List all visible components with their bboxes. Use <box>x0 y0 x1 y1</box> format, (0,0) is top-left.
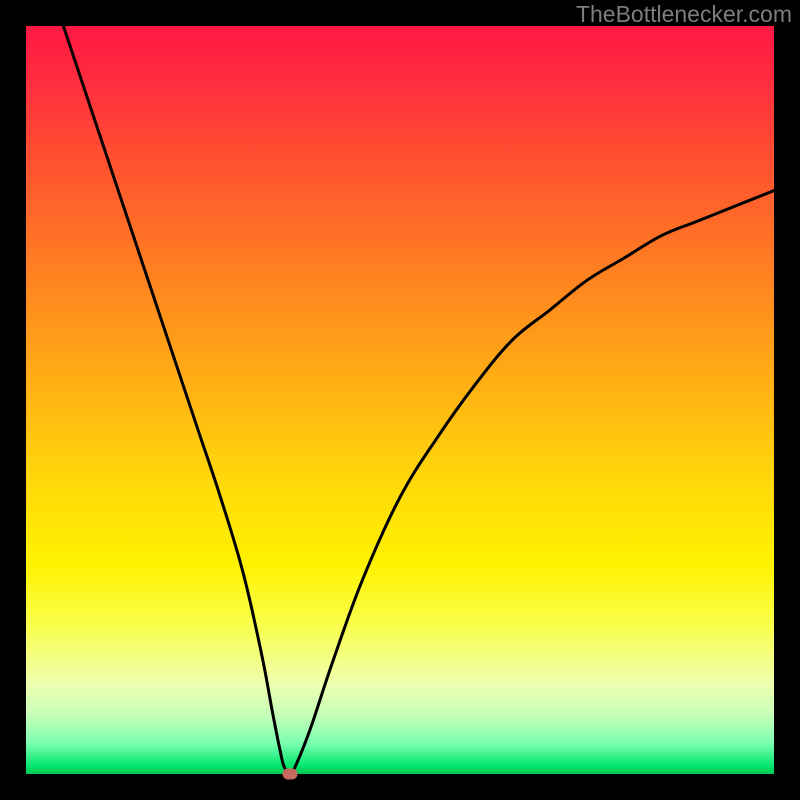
minimum-marker <box>283 769 298 780</box>
chart-frame: TheBottlenecker.com <box>0 0 800 800</box>
bottleneck-curve <box>63 26 774 774</box>
plot-area <box>26 26 774 774</box>
attribution-label: TheBottlenecker.com <box>576 0 792 28</box>
curve-svg <box>26 26 774 774</box>
